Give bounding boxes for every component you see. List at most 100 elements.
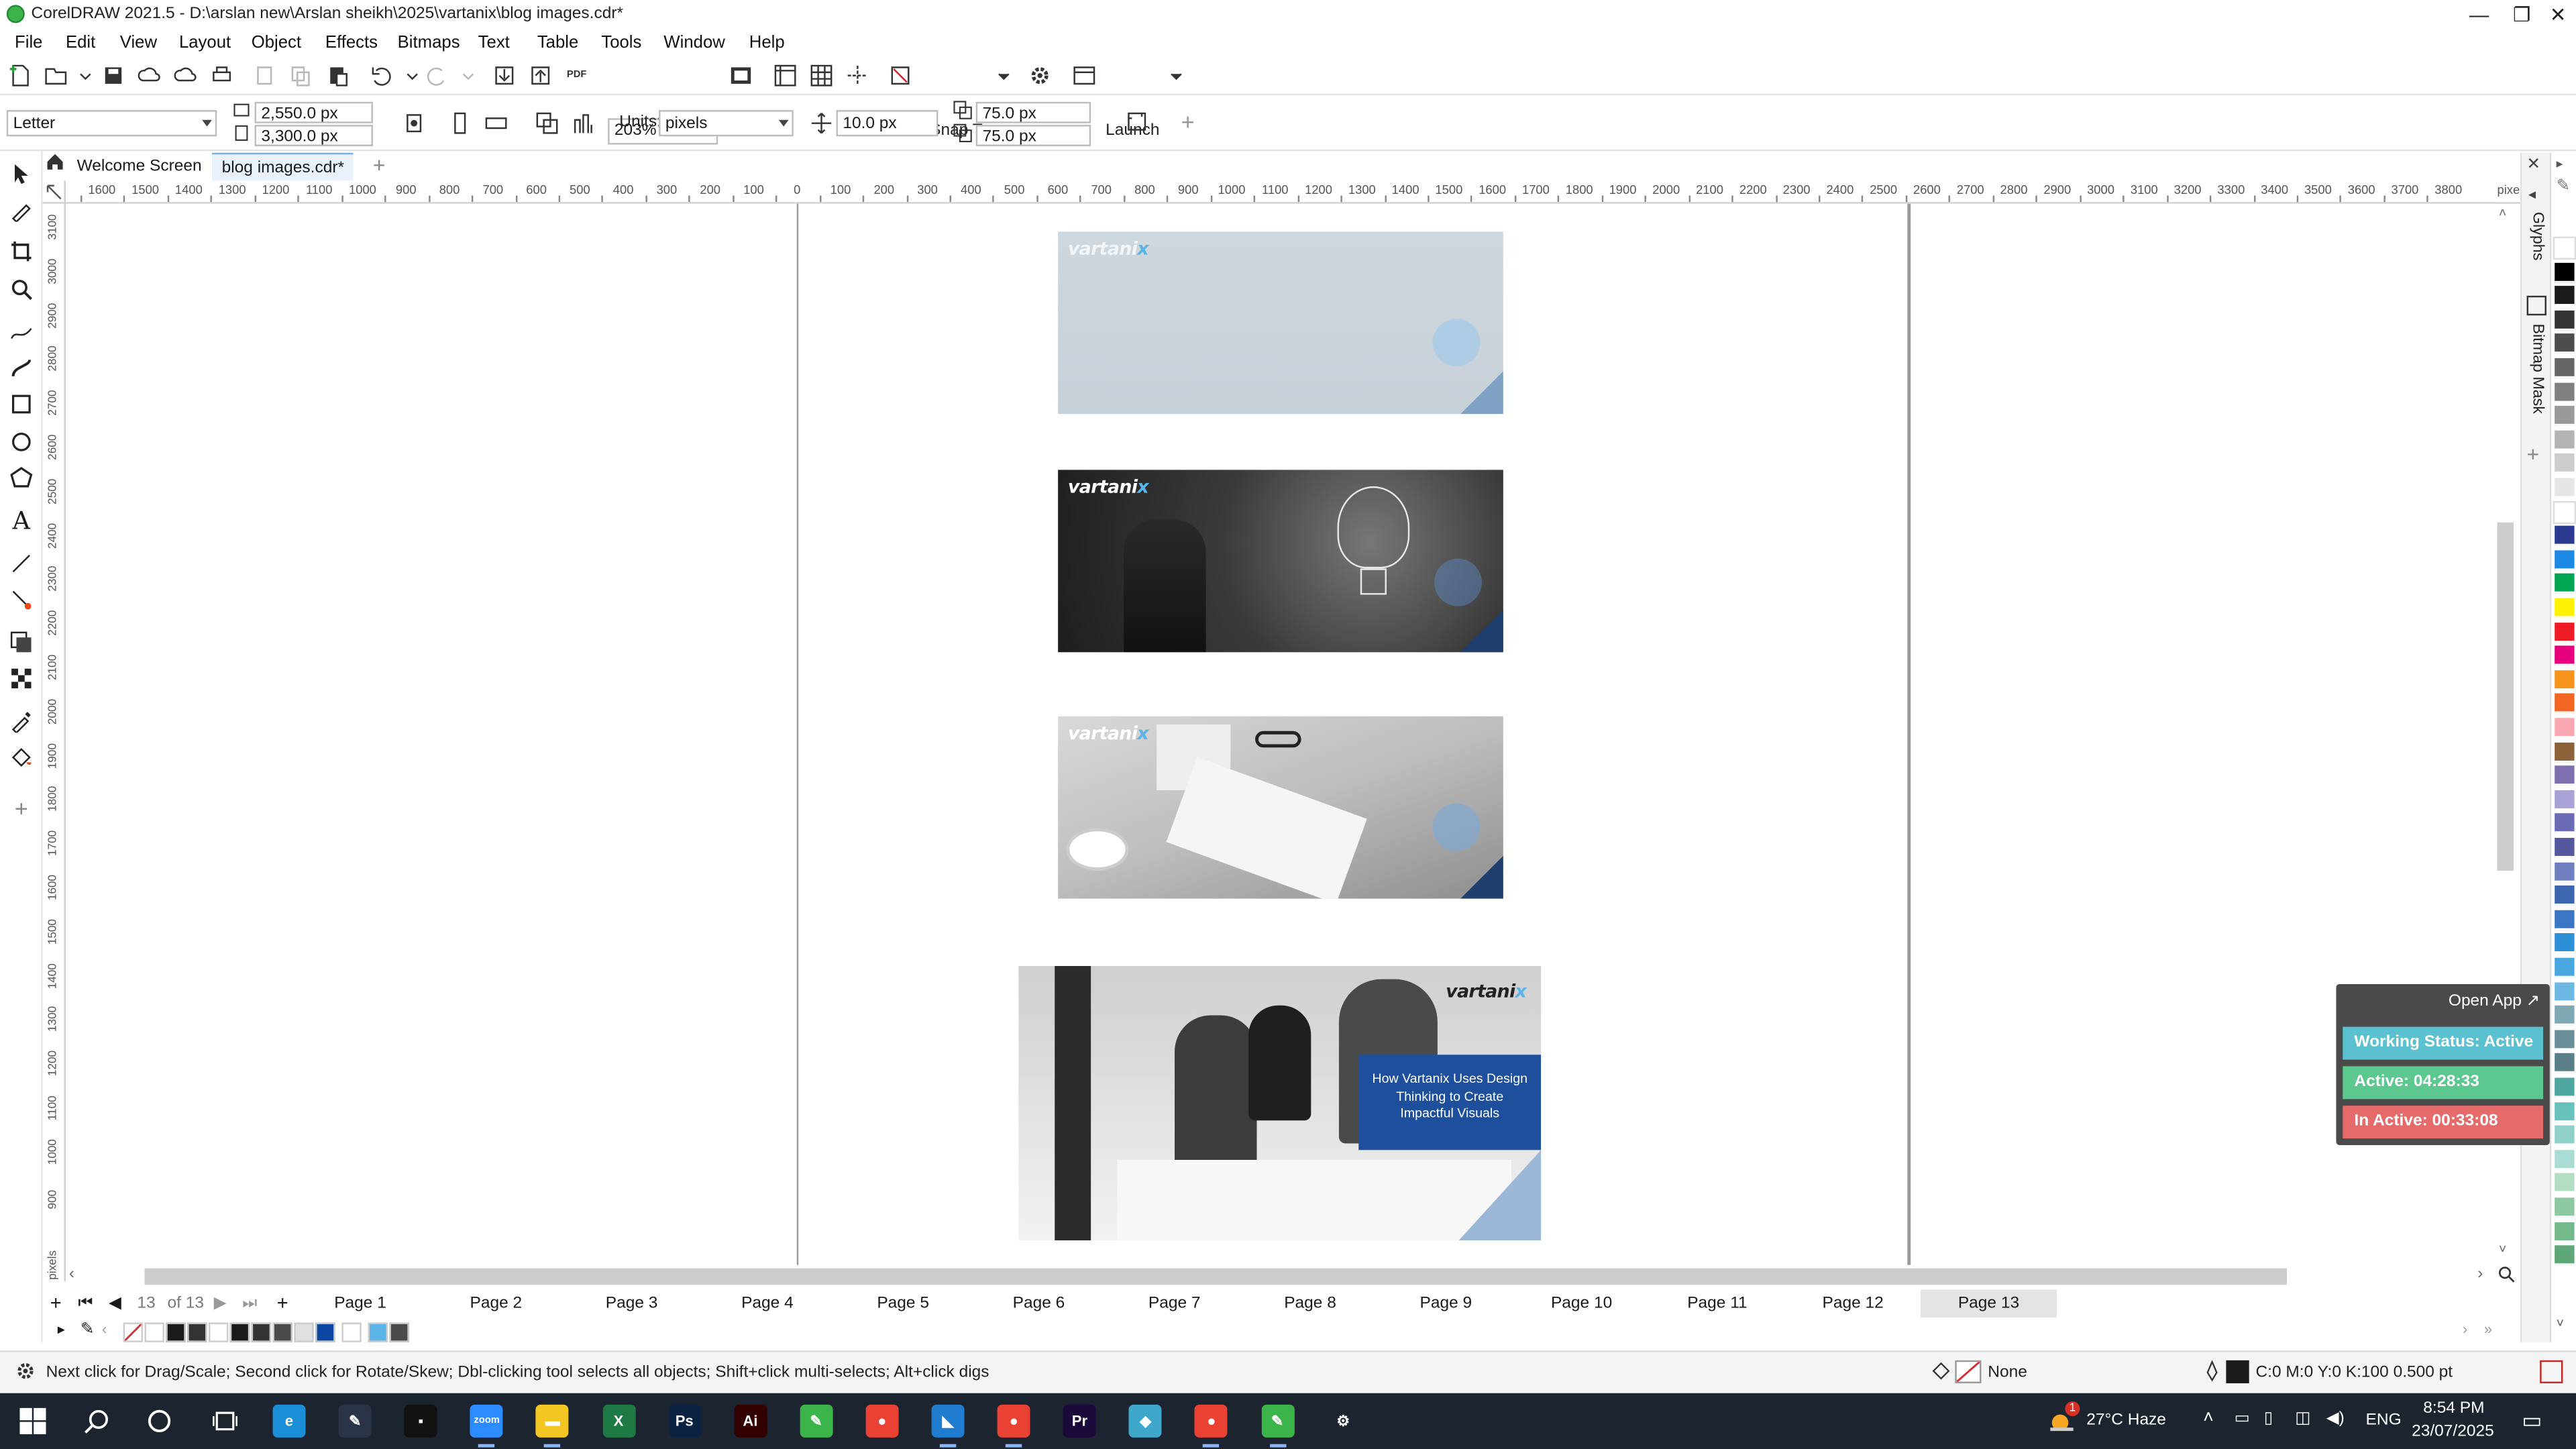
artistic-media-tool-icon[interactable] <box>8 355 34 381</box>
menu-tools[interactable]: Tools <box>601 33 641 52</box>
options-gear-icon[interactable] <box>1027 62 1053 89</box>
last-page-icon[interactable]: ⏭ <box>240 1289 260 1318</box>
page-width-field[interactable]: 2,550.0 px <box>254 101 373 123</box>
next-page-icon[interactable]: ▶ <box>210 1289 229 1318</box>
chrome3-taskbar-icon[interactable]: ● <box>1195 1404 1228 1438</box>
palette-swatch[interactable] <box>2555 453 2575 474</box>
no-color-swatch[interactable] <box>123 1322 144 1342</box>
undo-icon[interactable] <box>368 62 394 89</box>
snap-off-icon[interactable] <box>887 62 913 89</box>
palette-swatch[interactable] <box>2555 694 2575 714</box>
cortana-icon[interactable] <box>146 1408 172 1434</box>
menu-table[interactable]: Table <box>537 33 578 52</box>
orientation-lock-icon[interactable] <box>401 110 427 136</box>
palette-swatch[interactable] <box>2555 598 2575 618</box>
palette-swatch[interactable] <box>2555 334 2575 354</box>
vertical-scroll-thumb[interactable] <box>2497 522 2514 871</box>
pick-tool-icon[interactable] <box>8 161 34 187</box>
palette-swatch[interactable] <box>2555 981 2575 1002</box>
page-tab[interactable]: Page 13 <box>1921 1289 2057 1318</box>
page-tab[interactable]: Page 4 <box>700 1289 835 1318</box>
doc-palette-expand-right-icon[interactable]: » <box>2484 1321 2492 1337</box>
cloud-upload-icon[interactable] <box>136 62 162 89</box>
photoshop-taskbar-icon[interactable]: Ps <box>667 1404 701 1438</box>
palette-swatch[interactable] <box>2555 861 2575 882</box>
palette-swatch[interactable] <box>2555 718 2575 738</box>
battery-icon[interactable]: ▯ <box>2264 1409 2273 1428</box>
palette-swatch[interactable] <box>2555 1126 2575 1146</box>
previous-page-icon[interactable]: ◀ <box>105 1289 125 1318</box>
redo-icon[interactable] <box>424 62 450 89</box>
open-icon[interactable] <box>43 62 69 89</box>
units-select[interactable]: pixels <box>659 110 794 137</box>
close-button[interactable]: ✕ <box>2536 0 2576 30</box>
palette-swatch[interactable] <box>2555 741 2575 762</box>
excel-taskbar-icon[interactable]: X <box>602 1404 635 1438</box>
add-page-before-icon[interactable]: + <box>46 1289 66 1318</box>
doc-palette-swatch[interactable] <box>209 1322 229 1342</box>
outline-pen-icon[interactable] <box>2202 1360 2224 1383</box>
palette-swatch[interactable] <box>2555 1030 2575 1050</box>
undo-dropdown-chevron-icon[interactable] <box>399 62 425 89</box>
cloud-download-icon[interactable] <box>172 62 199 89</box>
rectangle-tool-icon[interactable] <box>8 391 34 417</box>
export-icon[interactable] <box>527 62 553 89</box>
parallel-dimension-tool-icon[interactable] <box>8 550 34 576</box>
page-tab[interactable]: Page 8 <box>1242 1289 1378 1318</box>
outline-color-swatch[interactable] <box>2226 1360 2249 1384</box>
palette-swatch[interactable] <box>2555 837 2575 858</box>
zoom-navigator-icon[interactable] <box>2497 1265 2516 1285</box>
language-indicator[interactable]: ENG <box>2366 1411 2402 1430</box>
clock-time[interactable]: 8:54 PM <box>2423 1400 2484 1418</box>
connector-tool-icon[interactable] <box>8 586 34 612</box>
palette-swatch[interactable] <box>2555 814 2575 834</box>
palette-scroll-down-icon[interactable]: ˅ <box>2557 1316 2564 1331</box>
illustrator-taskbar-icon[interactable]: Ai <box>733 1404 767 1438</box>
fill-none-swatch[interactable] <box>1955 1360 1982 1384</box>
palette-swatch[interactable] <box>2555 262 2575 282</box>
docker-tab-bitmap-mask[interactable]: Bitmap Mask <box>2528 323 2546 413</box>
chrome2-taskbar-icon[interactable]: ● <box>997 1404 1030 1438</box>
doc-palette-eyedropper-icon[interactable]: ✎ <box>80 1321 95 1339</box>
task-view-icon[interactable] <box>212 1408 238 1434</box>
interactive-fill-tool-icon[interactable] <box>8 744 34 770</box>
show-rulers-icon[interactable] <box>772 62 798 89</box>
freehand-tool-icon[interactable] <box>8 319 34 345</box>
volume-icon[interactable]: ◀) <box>2326 1409 2345 1428</box>
blog-image-4[interactable]: vartanix How Vartanix Uses Design Thinki… <box>1018 966 1542 1240</box>
drop-shadow-tool-icon[interactable] <box>8 629 34 655</box>
palette-swatch[interactable] <box>2555 382 2575 402</box>
full-screen-preview-icon[interactable] <box>728 62 754 89</box>
docker-add-icon[interactable]: + <box>2527 442 2540 467</box>
notifications-icon[interactable]: ▭ <box>2522 1408 2542 1434</box>
palette-swatch[interactable] <box>2555 669 2575 690</box>
menu-window[interactable]: Window <box>663 33 724 52</box>
nudge-distance-field[interactable]: 10.0 px <box>836 110 938 137</box>
menu-view[interactable]: View <box>120 33 157 52</box>
menu-help[interactable]: Help <box>749 33 785 52</box>
palette-swatch[interactable] <box>2555 1053 2575 1074</box>
minimize-button[interactable]: — <box>2458 0 2501 30</box>
blog-image-3[interactable]: vartanix <box>1058 716 1503 899</box>
drawing-canvas[interactable]: vartanix vartanix vartanix vartanix How … <box>65 203 2494 1265</box>
palette-swatch[interactable] <box>2555 549 2575 570</box>
palette-swatch[interactable] <box>2555 622 2575 642</box>
print-icon[interactable] <box>209 62 235 89</box>
glyphs-icon[interactable] <box>2527 189 2546 209</box>
show-grid-icon[interactable] <box>808 62 835 89</box>
launch-chevron-icon[interactable] <box>1163 62 1189 89</box>
palette-swatch[interactable] <box>2555 1006 2575 1026</box>
scroll-up-icon[interactable]: ˄ <box>2499 205 2506 220</box>
show-hidden-icons-icon[interactable]: ˄ <box>2203 1408 2214 1428</box>
palette-swatch[interactable] <box>2553 236 2576 260</box>
doc-palette-swatch[interactable] <box>315 1322 335 1342</box>
palette-swatch[interactable] <box>2553 500 2576 524</box>
save-icon[interactable] <box>100 62 126 89</box>
zoom-tool-icon[interactable] <box>8 276 34 302</box>
current-page-number[interactable]: 13 <box>131 1289 161 1318</box>
status-gear-icon[interactable] <box>15 1360 38 1383</box>
transparency-tool-icon[interactable] <box>8 665 34 692</box>
palette-swatch[interactable] <box>2555 765 2575 786</box>
app-diamond-taskbar-icon[interactable]: ◆ <box>1129 1404 1163 1438</box>
menu-bitmaps[interactable]: Bitmaps <box>398 33 460 52</box>
